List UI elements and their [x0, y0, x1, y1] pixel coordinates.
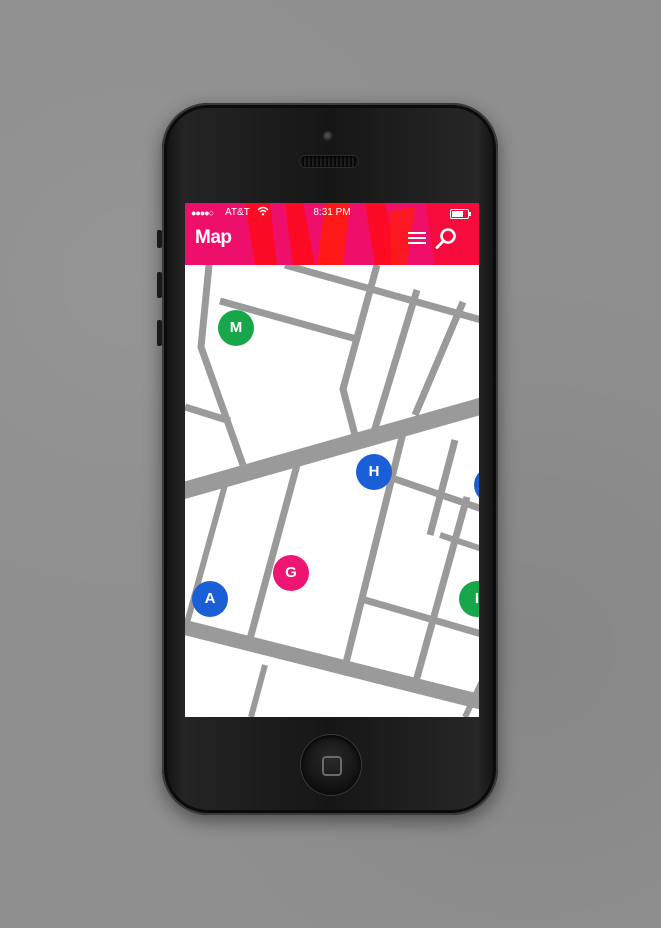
status-bar: ●●●●○ AT&T 8:31 PM	[185, 203, 479, 223]
map-marker-m[interactable]: M	[218, 310, 254, 346]
front-camera	[323, 131, 334, 142]
battery-icon	[450, 209, 471, 219]
phone-screen: ●●●●○ AT&T 8:31 PM Map M H G A I	[185, 203, 479, 717]
marker-label: I	[474, 590, 479, 607]
page-title: Map	[195, 227, 232, 248]
home-button[interactable]	[301, 735, 361, 795]
search-icon[interactable]	[433, 226, 459, 252]
map-marker-a[interactable]: A	[192, 581, 228, 617]
marker-label: H	[368, 463, 380, 480]
mute-switch	[157, 230, 162, 248]
map-marker-h[interactable]: H	[356, 454, 392, 490]
home-square-icon	[322, 756, 342, 776]
map-view[interactable]: M H G A I	[185, 265, 479, 717]
app-header: ●●●●○ AT&T 8:31 PM Map	[185, 203, 479, 265]
marker-label: M	[229, 319, 243, 336]
battery-fill	[452, 211, 463, 217]
marker-label: G	[285, 564, 297, 581]
volume-up-button	[157, 272, 162, 298]
status-time: 8:31 PM	[313, 207, 351, 218]
marker-label: A	[204, 590, 216, 607]
volume-down-button	[157, 320, 162, 346]
earpiece-speaker	[300, 156, 358, 167]
hamburger-menu-icon[interactable]	[408, 230, 426, 246]
map-marker-g[interactable]: G	[273, 555, 309, 591]
